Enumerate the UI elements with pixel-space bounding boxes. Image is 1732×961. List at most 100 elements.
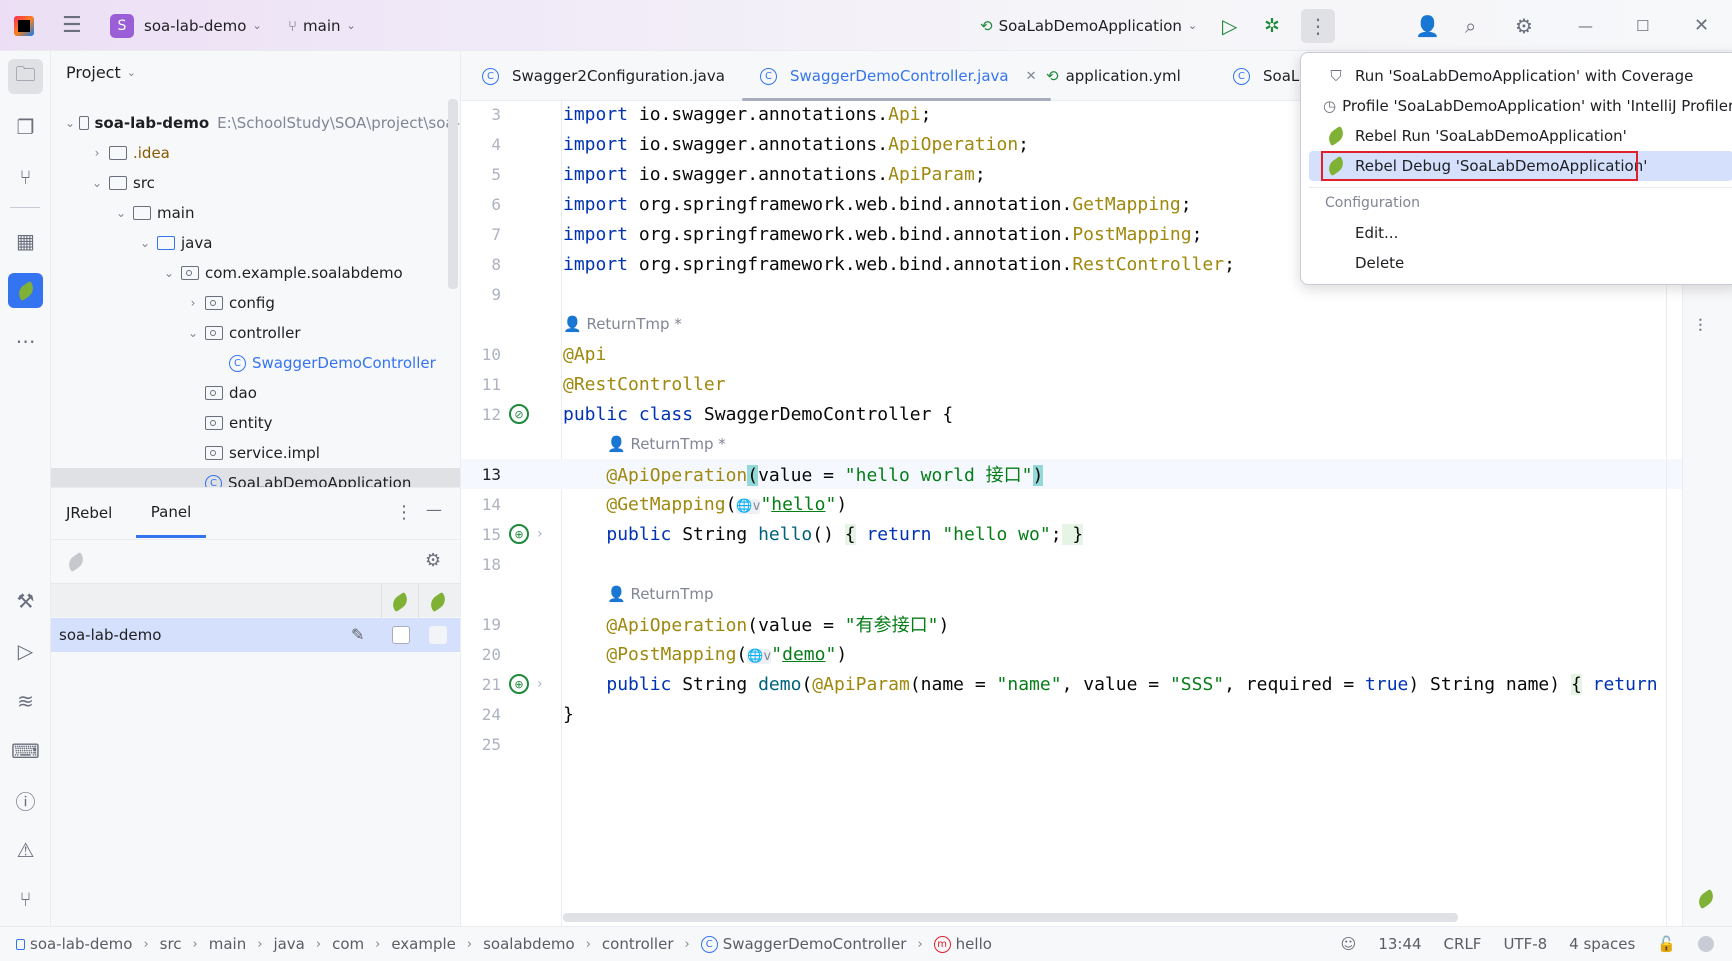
- breadcrumb-item[interactable]: src: [160, 935, 182, 953]
- run-config-selector[interactable]: ⟲ SoaLabDemoApplication ⌄: [980, 0, 1197, 51]
- line-number[interactable]: 13: [461, 465, 501, 484]
- author-hint[interactable]: 👤 ReturnTmp: [607, 585, 714, 603]
- gear-icon[interactable]: ⚙: [425, 550, 441, 571]
- code-with-me-button[interactable]: 👤: [1415, 0, 1440, 51]
- tree-item[interactable]: C SoaLabDemoApplication: [51, 468, 460, 487]
- popup-item-delete[interactable]: Delete: [1309, 248, 1732, 278]
- project-view-selector[interactable]: Project ⌄: [66, 63, 136, 82]
- pull-requests-button[interactable]: ⑂: [8, 159, 43, 194]
- line-number[interactable]: 9: [461, 285, 501, 304]
- line-number[interactable]: 15: [461, 525, 501, 544]
- breadcrumb-item[interactable]: com: [332, 935, 364, 953]
- layers-tool-button[interactable]: ≋: [8, 683, 43, 718]
- problems-tool-button[interactable]: ⓘ: [8, 783, 43, 818]
- popup-item-edit[interactable]: Edit...: [1309, 218, 1732, 248]
- chevron-down-icon[interactable]: ⌄: [89, 176, 105, 190]
- author-hint[interactable]: 👤 ReturnTmp *: [563, 315, 682, 333]
- project-tool-button[interactable]: 🗀: [8, 59, 43, 94]
- fold-chevron-icon[interactable]: ›: [537, 676, 543, 692]
- jrebel-disabled-icon[interactable]: [65, 551, 87, 573]
- remote-checkbox[interactable]: [429, 626, 447, 644]
- tab-soalabdemoapplication[interactable]: C SoaLa: [1229, 51, 1308, 101]
- tab-swagger2configuration[interactable]: C Swagger2Configuration.java: [478, 51, 725, 101]
- horizontal-scrollbar[interactable]: [563, 913, 1458, 922]
- more-actions-button[interactable]: ⋮: [1301, 0, 1335, 51]
- line-number[interactable]: 6: [461, 195, 501, 214]
- chevron-right-icon[interactable]: ›: [185, 296, 201, 310]
- tree-item[interactable]: › config: [51, 288, 460, 318]
- line-number[interactable]: 14: [461, 495, 501, 514]
- tree-item[interactable]: ⌄ com.example.soalabdemo: [51, 258, 460, 288]
- branch-switcher[interactable]: ⑂ main ⌄: [288, 0, 356, 51]
- project-switcher[interactable]: S soa-lab-demo ⌄: [110, 0, 262, 51]
- lock-icon[interactable]: 🔓: [1657, 935, 1676, 953]
- breadcrumb-item[interactable]: m hello: [933, 935, 992, 953]
- line-number[interactable]: 18: [461, 555, 501, 574]
- line-separator[interactable]: CRLF: [1444, 935, 1482, 953]
- line-number[interactable]: 5: [461, 165, 501, 184]
- popup-item-jrebel-debug[interactable]: Rebel Debug 'SoaLabDemoApplication': [1309, 151, 1732, 181]
- line-number[interactable]: 7: [461, 225, 501, 244]
- chevron-down-icon[interactable]: ⌄: [65, 116, 75, 130]
- chevron-down-icon[interactable]: ⌄: [113, 206, 129, 220]
- chevron-down-icon[interactable]: ⌄: [137, 236, 153, 250]
- jrebel-tool-button[interactable]: [8, 273, 43, 308]
- jrebel-checkbox[interactable]: [392, 626, 410, 644]
- tree-item[interactable]: › .idea: [51, 138, 460, 168]
- chevron-down-icon[interactable]: ⌄: [161, 266, 177, 280]
- line-number[interactable]: 8: [461, 255, 501, 274]
- build-tool-button[interactable]: ⚒: [8, 583, 43, 618]
- tree-item[interactable]: service.impl: [51, 438, 460, 468]
- tree-item[interactable]: ⌄ src: [51, 168, 460, 198]
- tab-application-yml[interactable]: ⟲ application.yml: [1046, 51, 1181, 101]
- todo-tool-button[interactable]: ⚠: [8, 832, 43, 867]
- breadcrumb-item[interactable]: soalabdemo: [483, 935, 575, 953]
- tab-swaggerdemocontroller[interactable]: C SwaggerDemoController.java ✕: [742, 51, 1050, 101]
- spring-bean-icon[interactable]: ⊘: [509, 404, 529, 424]
- caret-position[interactable]: 13:44: [1378, 935, 1421, 953]
- line-number[interactable]: 24: [461, 705, 501, 724]
- services-tool-button[interactable]: ▷: [8, 633, 43, 668]
- tree-item[interactable]: ⌄ controller: [51, 318, 460, 348]
- line-number[interactable]: 25: [461, 735, 501, 754]
- fold-chevron-icon[interactable]: ›: [537, 526, 543, 542]
- git-tool-button[interactable]: ⑂: [8, 881, 43, 916]
- profiler-tool-icon[interactable]: ⫶: [1698, 316, 1703, 337]
- tree-item[interactable]: dao: [51, 378, 460, 408]
- debug-button[interactable]: ✲: [1264, 0, 1280, 51]
- breadcrumb-item[interactable]: java: [273, 935, 304, 953]
- hide-icon[interactable]: —: [426, 500, 442, 519]
- indent-setting[interactable]: 4 spaces: [1569, 935, 1635, 953]
- author-hint[interactable]: 👤 ReturnTmp *: [607, 435, 726, 453]
- chevron-right-icon[interactable]: ›: [89, 146, 105, 160]
- breadcrumb-item[interactable]: main: [209, 935, 246, 953]
- tab-jrebel[interactable]: JRebel: [66, 488, 112, 538]
- web-endpoint-icon[interactable]: ⊕: [509, 524, 529, 544]
- chevron-down-icon[interactable]: ⌄: [185, 326, 201, 340]
- options-icon[interactable]: ⋮: [395, 502, 413, 523]
- ai-assistant-icon[interactable]: ☺: [1341, 935, 1357, 953]
- popup-item-jrebel-run[interactable]: Rebel Run 'SoaLabDemoApplication': [1309, 121, 1732, 151]
- breadcrumb-item[interactable]: controller: [602, 935, 674, 953]
- tree-scrollbar[interactable]: [448, 99, 458, 289]
- popup-item-coverage[interactable]: ⛉ Run 'SoaLabDemoApplication' with Covera…: [1309, 61, 1732, 91]
- structure-tool-button[interactable]: ▦: [8, 223, 43, 258]
- line-number[interactable]: 21: [461, 675, 501, 694]
- close-button[interactable]: ✕: [1694, 0, 1709, 51]
- line-number[interactable]: 4: [461, 135, 501, 154]
- settings-button[interactable]: ⚙: [1515, 0, 1533, 51]
- tab-panel[interactable]: Panel: [136, 488, 206, 538]
- intellij-logo-icon[interactable]: [14, 0, 34, 51]
- web-endpoint-icon[interactable]: ⊕: [509, 674, 529, 694]
- breadcrumb-item[interactable]: C SwaggerDemoController: [700, 935, 906, 953]
- main-menu-icon[interactable]: ☰: [62, 0, 82, 51]
- line-number[interactable]: 11: [461, 375, 501, 394]
- maximize-button[interactable]: ☐: [1636, 0, 1649, 51]
- table-row[interactable]: soa-lab-demo ✎: [51, 618, 460, 652]
- close-icon[interactable]: ✕: [1026, 69, 1037, 84]
- breadcrumb-item[interactable]: soa-lab-demo: [16, 935, 132, 953]
- pencil-icon[interactable]: ✎: [351, 625, 364, 644]
- tree-item[interactable]: ⌄ java: [51, 228, 460, 258]
- line-number[interactable]: 3: [461, 105, 501, 124]
- terminal-tool-button[interactable]: ⌨: [8, 733, 43, 768]
